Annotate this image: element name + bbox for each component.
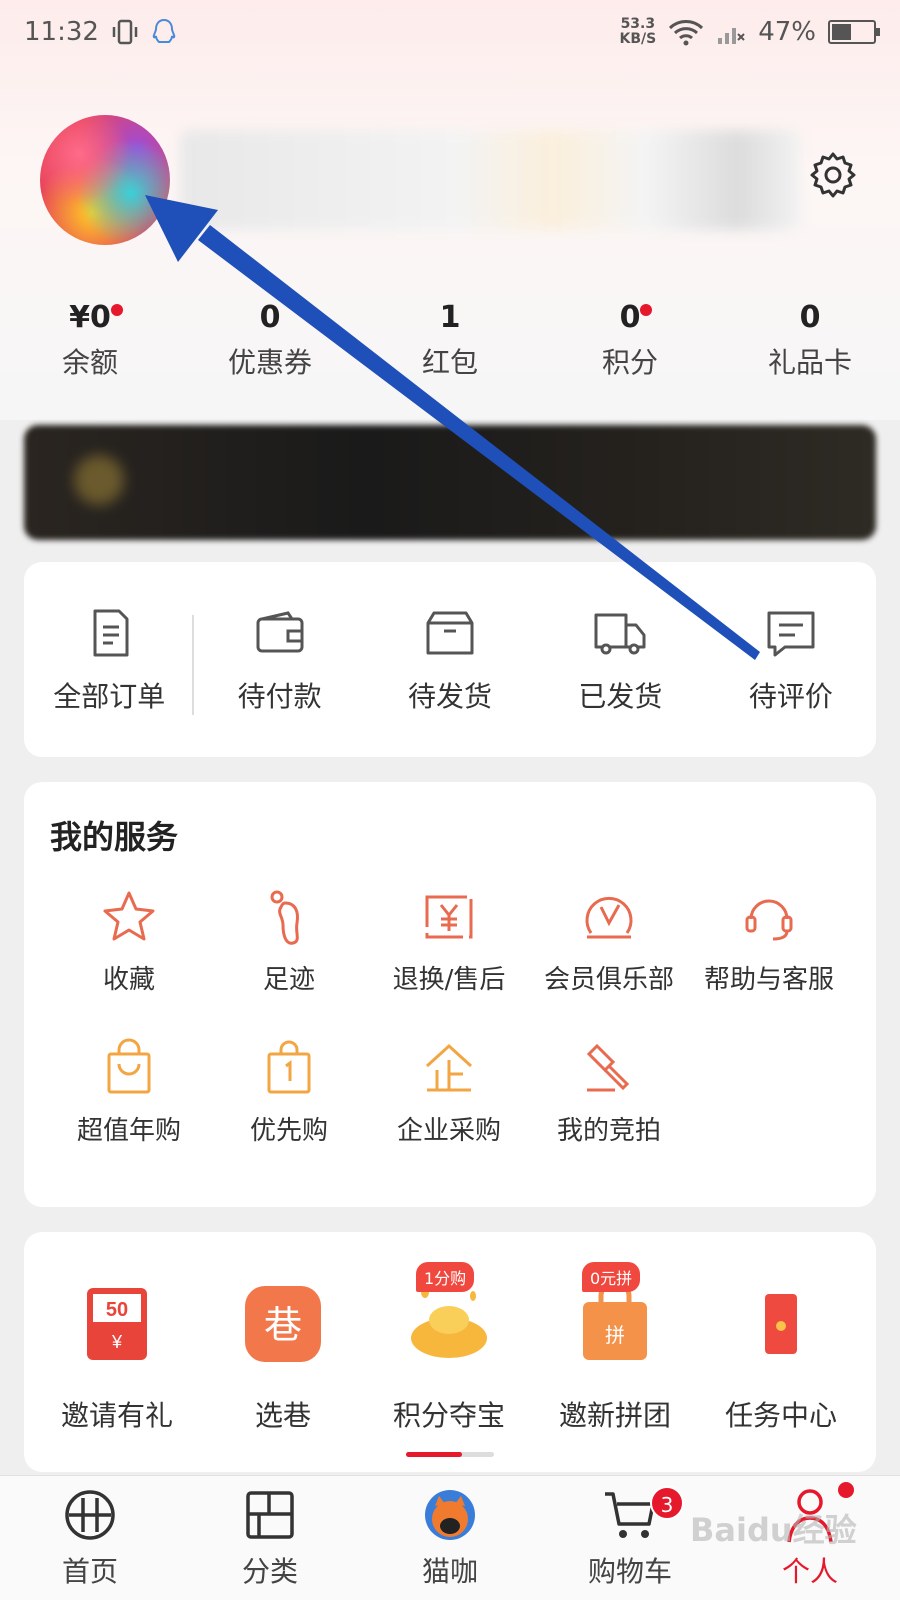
box-icon <box>426 611 474 654</box>
order-list-icon <box>93 609 129 656</box>
service-footprints[interactable]: 足迹 <box>209 887 369 996</box>
net-speed: 53.3 KB/S <box>619 16 657 47</box>
shopping-bag-icon <box>107 1038 151 1094</box>
star-icon <box>103 891 155 941</box>
signal-icon <box>718 28 745 44</box>
enterprise-icon <box>425 1043 473 1092</box>
account-stats: ¥0 余额 0 优惠券 1 红包 0 积分 0 礼品卡 <box>0 300 900 400</box>
promo-card: 50 ¥ 邀请有礼 巷 选巷 1分购 积分夺宝 拼 0元拼 邀新拼团 任务中心 <box>24 1232 876 1472</box>
truck-icon <box>594 613 646 654</box>
status-time: 11:32 <box>24 17 99 47</box>
notification-dot <box>838 1482 854 1498</box>
service-annual-deals[interactable]: 超值年购 <box>49 1038 209 1147</box>
lane-icon: 巷 <box>245 1286 321 1362</box>
service-priority-buy[interactable]: 优先购 <box>209 1038 369 1147</box>
vibrate-icon <box>112 19 138 45</box>
footprint-icon <box>270 890 299 945</box>
cart-icon <box>605 1492 655 1538</box>
notification-dot <box>640 304 653 316</box>
order-pending-review[interactable]: 待评价 <box>706 605 876 715</box>
red-envelope-50-icon: 50 ¥ <box>87 1288 147 1360</box>
svg-text:50: 50 <box>106 1299 128 1321</box>
vip-banner-blurred[interactable] <box>24 425 876 540</box>
promo-badge: 1分购 <box>416 1262 475 1292</box>
vip-icon <box>585 896 633 939</box>
notification-dot <box>110 304 123 316</box>
settings-gear-icon[interactable] <box>808 150 858 200</box>
stat-points[interactable]: 0 积分 <box>540 300 720 400</box>
headset-icon <box>745 899 793 941</box>
service-enterprise[interactable]: 企业采购 <box>369 1038 529 1147</box>
gold-ingot-icon <box>411 1286 487 1358</box>
wallet-icon <box>256 610 304 652</box>
wifi-icon <box>669 20 704 46</box>
battery-icon <box>828 20 880 44</box>
task-envelope-icon <box>765 1294 797 1354</box>
avatar[interactable] <box>40 115 170 245</box>
stat-red-packets[interactable]: 1 红包 <box>360 300 540 400</box>
order-shipped[interactable]: 已发货 <box>535 605 705 715</box>
baidu-watermark: Baidu经验 <box>690 1511 857 1549</box>
promo-task-center[interactable]: 任务中心 <box>698 1282 864 1434</box>
stat-balance[interactable]: ¥0 余额 <box>0 300 180 400</box>
group-buy-bag-icon: 拼 <box>583 1282 647 1360</box>
cart-count-badge: 3 <box>650 1486 684 1520</box>
stat-gift-cards[interactable]: 0 礼品卡 <box>720 300 900 400</box>
battery-percent: 47% <box>758 17 816 47</box>
promo-points-treasure[interactable]: 1分购 积分夺宝 <box>366 1262 532 1434</box>
svg-text:¥: ¥ <box>111 1332 123 1352</box>
user-info-blurred[interactable] <box>180 130 800 230</box>
service-favorites[interactable]: 收藏 <box>49 887 209 996</box>
order-pending-payment[interactable]: 待付款 <box>194 605 364 715</box>
carousel-scroll-indicator <box>406 1452 494 1457</box>
order-pending-shipment[interactable]: 待发货 <box>365 605 535 715</box>
promo-lane[interactable]: 巷 选巷 <box>200 1282 366 1434</box>
refund-icon <box>425 895 473 939</box>
svg-text:拼: 拼 <box>605 1323 625 1347</box>
status-bar: 11:32 53.3 KB/S 47% <box>0 0 900 64</box>
promo-group-buy[interactable]: 拼 0元拼 邀新拼团 <box>532 1262 698 1434</box>
promo-invite[interactable]: 50 ¥ 邀请有礼 <box>34 1282 200 1434</box>
category-icon <box>246 1491 294 1539</box>
comment-icon <box>767 611 815 656</box>
nav-home[interactable]: 首页 <box>0 1476 180 1600</box>
stat-coupons[interactable]: 0 优惠券 <box>180 300 360 400</box>
cat-cafe-icon <box>425 1490 475 1540</box>
service-help[interactable]: 帮助与客服 <box>689 887 849 996</box>
service-member-club[interactable]: 会员俱乐部 <box>529 887 689 996</box>
auction-icon <box>586 1043 630 1092</box>
orders-card: 全部订单 待付款 待发货 已发货 待评价 <box>24 562 876 757</box>
svg-text:巷: 巷 <box>264 1303 302 1347</box>
qq-icon <box>152 18 176 43</box>
order-all[interactable]: 全部订单 <box>24 605 195 715</box>
promo-badge: 0元拼 <box>582 1262 641 1292</box>
service-auctions[interactable]: 我的竞拍 <box>529 1038 689 1147</box>
services-card: 我的服务 收藏 足迹 退换/售后 会员俱乐部 帮助与客服 超值年购 优先购 企业… <box>24 782 876 1207</box>
services-title: 我的服务 <box>50 818 179 856</box>
nav-cat-cafe[interactable]: 猫咖 <box>360 1476 540 1600</box>
service-returns[interactable]: 退换/售后 <box>369 887 529 996</box>
home-icon <box>65 1490 115 1540</box>
nav-category[interactable]: 分类 <box>180 1476 360 1600</box>
priority-bag-icon <box>267 1040 311 1094</box>
